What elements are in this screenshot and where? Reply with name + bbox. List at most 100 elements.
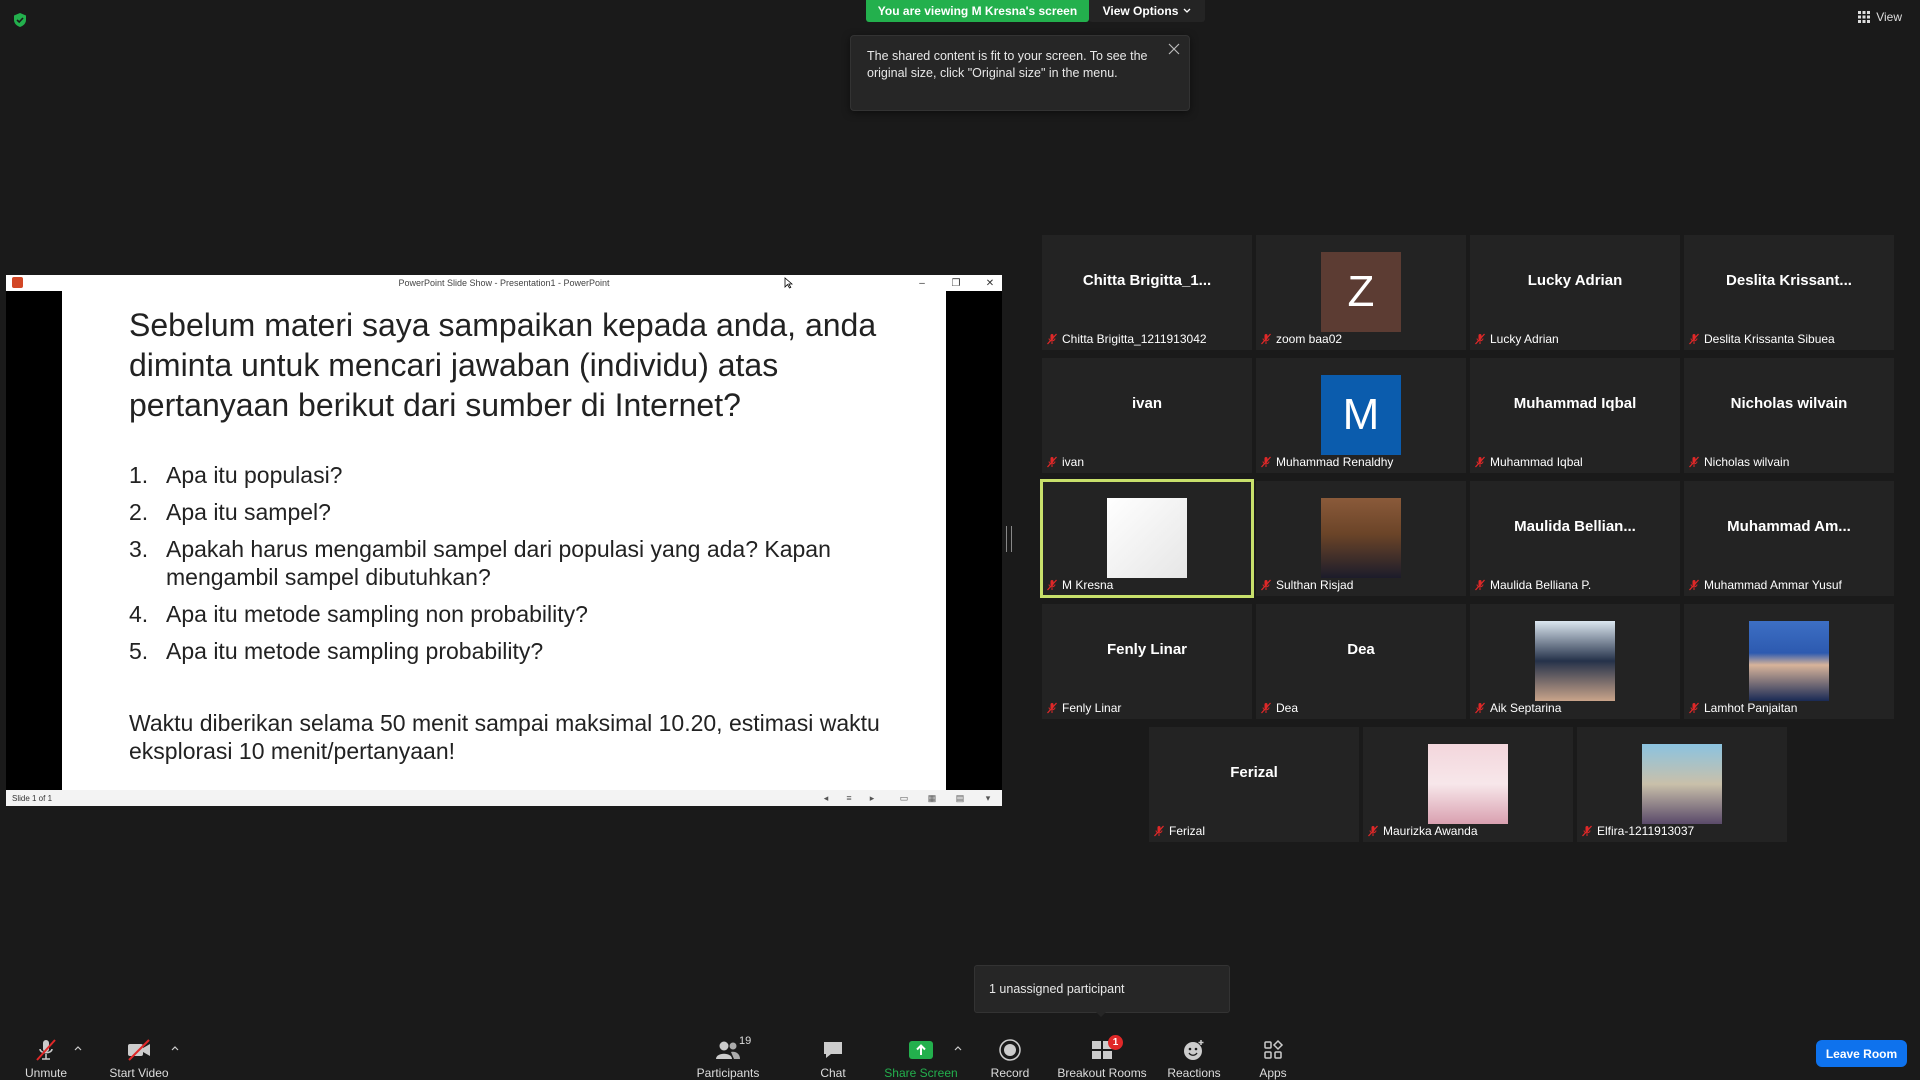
reading-view-icon: ▤ xyxy=(955,793,965,803)
mic-muted-icon xyxy=(1047,702,1057,714)
participant-name-bar: Lamhot Panjaitan xyxy=(1688,701,1797,715)
security-shield-icon[interactable] xyxy=(12,12,28,28)
participant-name-bar: Elfira-1211913037 xyxy=(1581,824,1694,838)
view-button[interactable]: View xyxy=(1858,10,1902,24)
participant-tile[interactable]: M Muhammad Renaldhy xyxy=(1256,358,1466,473)
participants-button[interactable]: 19 Participants xyxy=(692,1030,764,1080)
participant-tile[interactable]: Fenly Linar Fenly Linar xyxy=(1042,604,1252,719)
question-number: 3. xyxy=(129,536,149,562)
participant-name-bar: M Kresna xyxy=(1046,578,1113,592)
participant-name-bar: Lucky Adrian xyxy=(1474,332,1559,346)
participant-name: Deslita Krissanta Sibuea xyxy=(1704,332,1835,346)
apps-button[interactable]: Apps xyxy=(1249,1030,1297,1080)
participant-tile[interactable]: Chitta Brigitta_1... Chitta Brigitta_1211… xyxy=(1042,235,1252,350)
breakout-rooms-button[interactable]: 1 Breakout Rooms xyxy=(1057,1030,1147,1080)
participant-tile[interactable]: Elfira-1211913037 xyxy=(1577,727,1787,842)
participant-tile[interactable]: Sulthan Risjad xyxy=(1256,481,1466,596)
audio-options-caret-icon[interactable] xyxy=(73,1044,83,1054)
question-text: Apa itu metode sampling non probability? xyxy=(166,601,588,627)
mic-muted-icon xyxy=(1154,825,1164,837)
question-text: Apa itu metode sampling probability? xyxy=(166,638,544,664)
participant-name-bar: Fenly Linar xyxy=(1046,701,1121,715)
participant-tile[interactable]: Maulida Bellian... Maulida Belliana P. xyxy=(1470,481,1680,596)
participant-name: Muhammad Iqbal xyxy=(1490,455,1583,469)
slide-heading: Sebelum materi saya sampaikan kepada and… xyxy=(129,307,877,423)
participant-name-bar: Muhammad Ammar Yusuf xyxy=(1688,578,1842,592)
question-number: 4. xyxy=(129,601,149,627)
slideshow-view-icon: ▾ xyxy=(985,793,991,803)
participant-name: ivan xyxy=(1062,455,1085,469)
participant-tile[interactable]: Zzoom baa02 xyxy=(1256,235,1466,350)
participant-name: Ferizal xyxy=(1169,824,1206,838)
participant-tile[interactable]: Nicholas wilvain Nicholas wilvain xyxy=(1684,358,1894,473)
participant-display-name: Dea xyxy=(1347,641,1375,658)
question-item: 2. Apa itu sampel? xyxy=(129,498,889,526)
start-video-button[interactable]: Start Video xyxy=(104,1030,174,1080)
view-options-label: View Options xyxy=(1102,4,1179,18)
participant-video xyxy=(1107,498,1187,578)
mic-muted-icon xyxy=(1689,579,1699,591)
participant-display-name: Lucky Adrian xyxy=(1527,272,1623,289)
breakout-rooms-label: Breakout Rooms xyxy=(1057,1066,1147,1080)
participant-name-bar: Nicholas wilvain xyxy=(1688,455,1789,469)
participant-tile[interactable]: Muhammad Am... Muhammad Ammar Yusuf xyxy=(1684,481,1894,596)
participant-tile[interactable]: Muhammad Iqbal Muhammad Iqbal xyxy=(1470,358,1680,473)
close-icon[interactable] xyxy=(1167,42,1181,56)
slide-count: Slide 1 of 1 xyxy=(12,793,53,803)
share-options-caret-icon[interactable] xyxy=(953,1044,963,1054)
powerpoint-icon xyxy=(12,277,23,288)
participant-name: Muhammad Ammar Yusuf xyxy=(1704,578,1842,592)
mic-muted-icon xyxy=(1475,333,1485,345)
chat-label: Chat xyxy=(820,1066,846,1080)
resize-handle[interactable] xyxy=(1006,526,1012,552)
meeting-toolbar: Unmute Start Video 19 Participants Chat … xyxy=(0,1030,1920,1080)
record-button[interactable]: Record xyxy=(985,1030,1035,1080)
next-icon: ▸ xyxy=(869,793,875,803)
view-options-button[interactable]: View Options xyxy=(1089,0,1205,22)
mic-muted-icon xyxy=(1475,456,1485,468)
mic-muted-icon xyxy=(1047,456,1057,468)
participant-name: Muhammad Renaldhy xyxy=(1276,455,1394,469)
mic-muted-icon xyxy=(1689,702,1699,714)
participant-name-bar: Sulthan Risjad xyxy=(1260,578,1353,592)
participant-name: Dea xyxy=(1276,701,1299,715)
participant-name-bar: Ferizal xyxy=(1153,824,1205,838)
ppt-window-title: PowerPoint Slide Show - Presentation1 - … xyxy=(398,278,610,288)
mic-muted-icon xyxy=(1689,456,1699,468)
participant-tile[interactable]: Deslita Krissant... Deslita Krissanta Sib… xyxy=(1684,235,1894,350)
participant-display-name: Fenly Linar xyxy=(1106,641,1188,658)
unmute-label: Unmute xyxy=(24,1066,68,1080)
video-options-caret-icon[interactable] xyxy=(170,1044,180,1054)
participant-name: Lamhot Panjaitan xyxy=(1704,701,1798,715)
viewing-screen-banner: You are viewing M Kresna's screen xyxy=(866,0,1089,22)
participant-name: Maurizka Awanda xyxy=(1383,824,1478,838)
avatar: M xyxy=(1321,375,1401,455)
participant-name-bar: Maurizka Awanda xyxy=(1367,824,1478,838)
participant-name-bar: zoom baa02 xyxy=(1260,332,1342,346)
participant-name: Aik Septarina xyxy=(1490,701,1562,715)
participant-display-name: Muhammad Am... xyxy=(1727,518,1851,535)
ppt-status-bar: Slide 1 of 1 ◂ ≡ ▸ ▭ ▦ ▤ ▾ xyxy=(6,790,1002,806)
participant-tile[interactable]: Lucky Adrian Lucky Adrian xyxy=(1470,235,1680,350)
participant-display-name: Nicholas wilvain xyxy=(1730,395,1848,412)
participant-tile[interactable]: M Kresna xyxy=(1040,479,1254,598)
mic-muted-icon xyxy=(36,1039,56,1061)
window-close-icon: ✕ xyxy=(985,277,995,289)
chat-button[interactable]: Chat xyxy=(808,1030,858,1080)
participant-tile[interactable]: Lamhot Panjaitan xyxy=(1684,604,1894,719)
participant-display-name: ivan xyxy=(1131,395,1162,412)
participant-tile[interactable]: Maurizka Awanda xyxy=(1363,727,1573,842)
apps-icon xyxy=(1264,1039,1284,1059)
chat-icon xyxy=(824,1042,842,1058)
share-screen-button[interactable]: Share Screen xyxy=(884,1030,958,1080)
mic-muted-icon xyxy=(1689,333,1699,345)
unmute-button[interactable]: Unmute xyxy=(20,1030,72,1080)
shared-screen: PowerPoint Slide Show - Presentation1 - … xyxy=(6,275,1002,806)
participant-tile[interactable]: Aik Septarina xyxy=(1470,604,1680,719)
leave-room-button[interactable]: Leave Room xyxy=(1816,1040,1907,1067)
participant-tile[interactable]: Dea Dea xyxy=(1256,604,1466,719)
participants-count: 19 xyxy=(739,1035,752,1047)
participant-tile[interactable]: Ferizal Ferizal xyxy=(1149,727,1359,842)
participant-tile[interactable]: ivan ivan xyxy=(1042,358,1252,473)
reactions-button[interactable]: Reactions xyxy=(1163,1030,1225,1080)
